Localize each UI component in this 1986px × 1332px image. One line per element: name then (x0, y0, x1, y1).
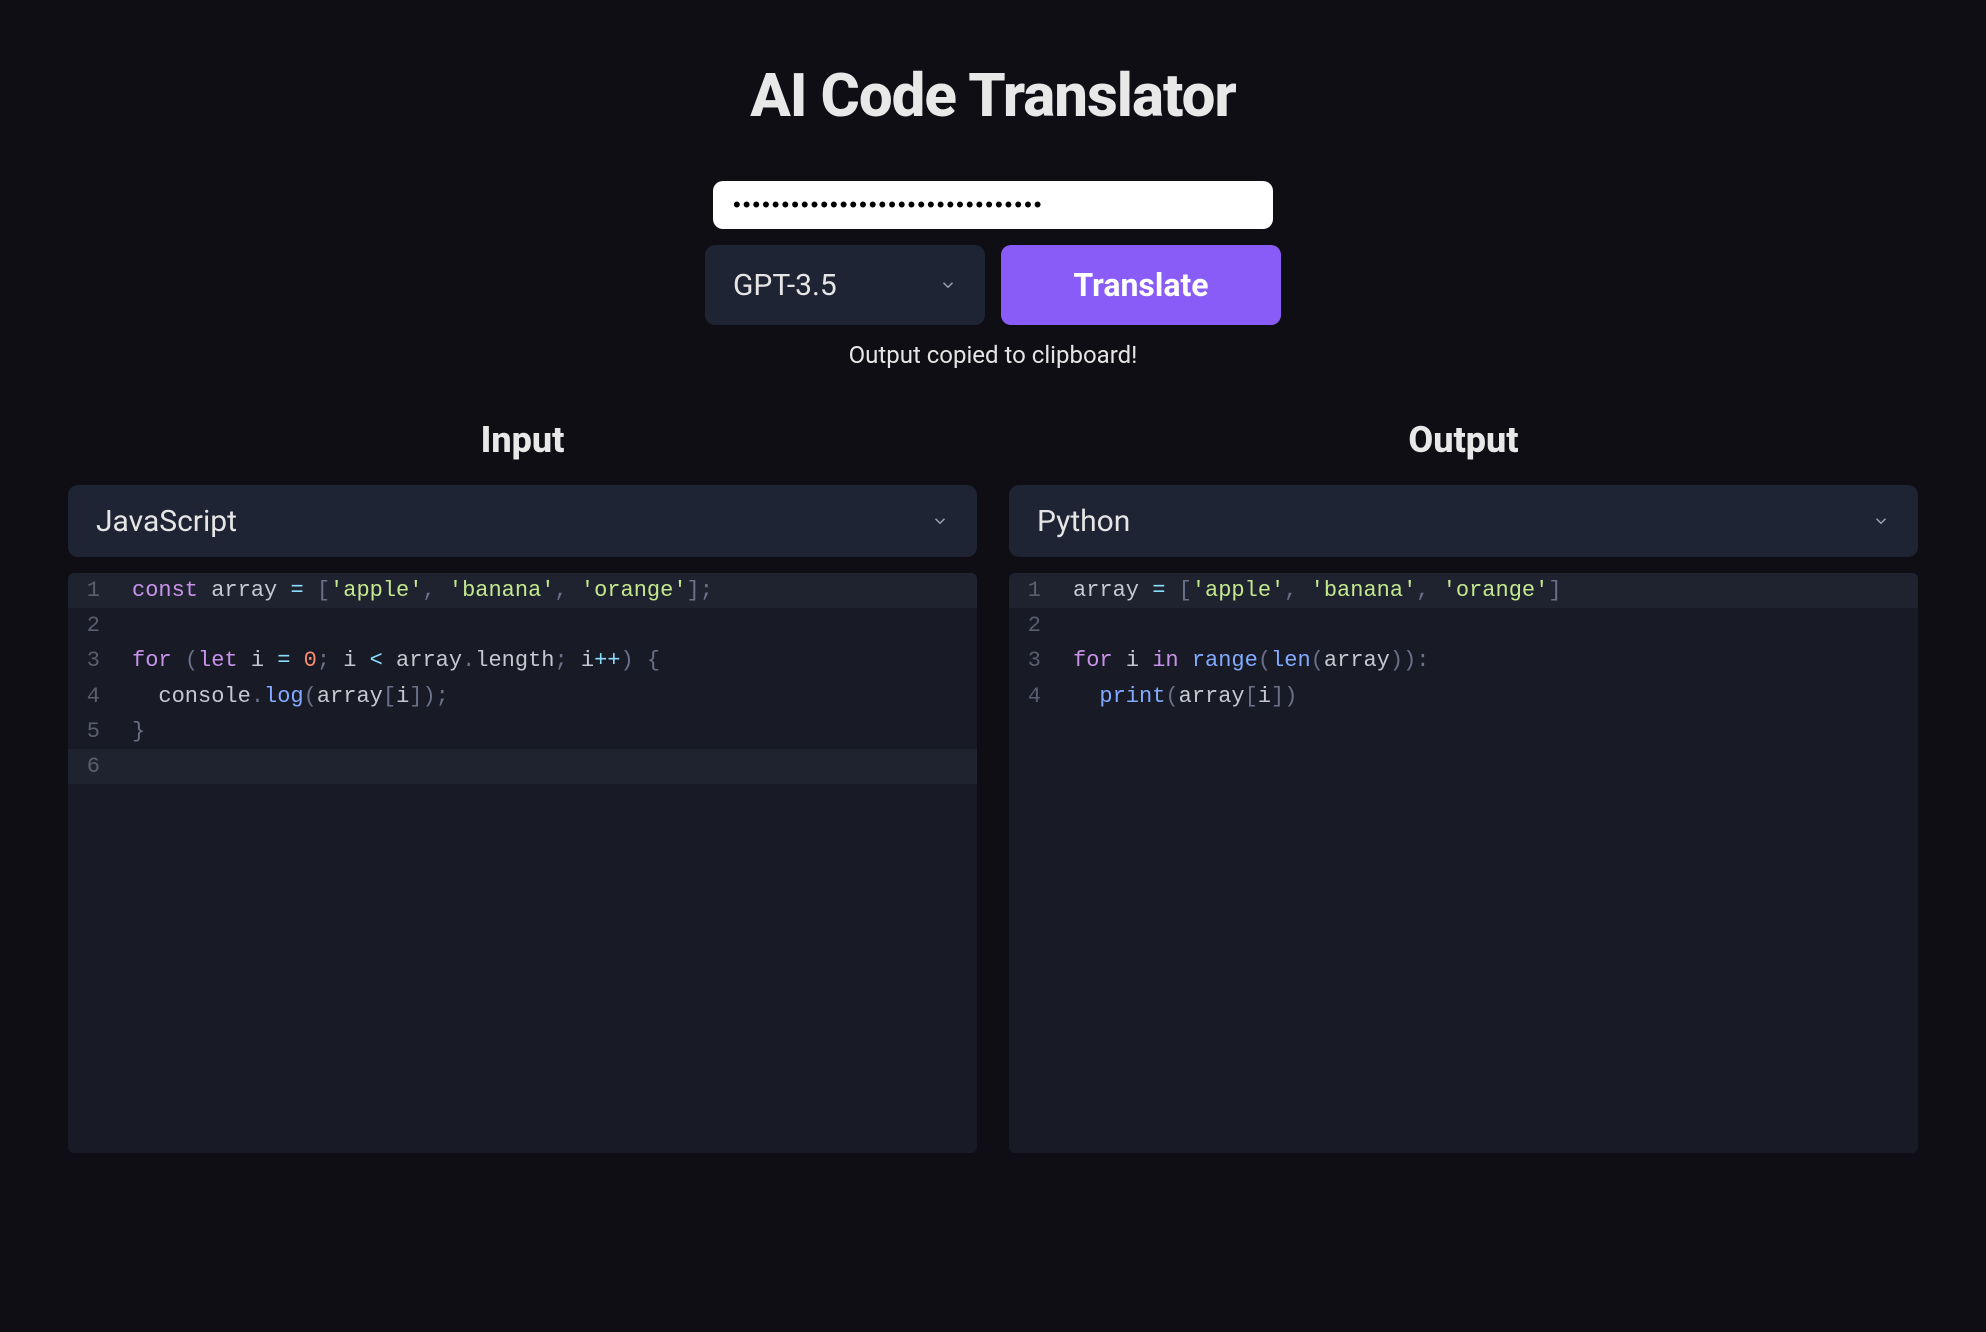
output-panel: Output Python 1array = ['apple', 'banana… (1009, 419, 1918, 1153)
line-content (1057, 608, 1073, 643)
code-line: 4 print(array[i]) (1009, 679, 1918, 714)
line-number: 2 (1009, 608, 1057, 643)
panels-container: Input JavaScript 1const array = ['apple'… (68, 419, 1918, 1153)
line-content: const array = ['apple', 'banana', 'orang… (116, 573, 713, 608)
controls-section: GPT-3.5 Translate Output copied to clipb… (705, 181, 1281, 369)
line-content: for (let i = 0; i < array.length; i++) { (116, 643, 660, 678)
api-key-input[interactable] (713, 181, 1273, 229)
output-code-editor[interactable]: 1array = ['apple', 'banana', 'orange']23… (1009, 573, 1918, 1153)
line-content (116, 749, 132, 784)
code-line: 5} (68, 714, 977, 749)
code-line: 4 console.log(array[i]); (68, 679, 977, 714)
input-title: Input (68, 419, 977, 461)
line-number: 6 (68, 749, 116, 784)
line-number: 2 (68, 608, 116, 643)
input-language-select[interactable]: JavaScript (68, 485, 977, 557)
line-number: 1 (1009, 573, 1057, 608)
chevron-down-icon (939, 276, 957, 294)
output-title: Output (1009, 419, 1918, 461)
line-number: 1 (68, 573, 116, 608)
code-line: 6 (68, 749, 977, 784)
model-select-value: GPT-3.5 (733, 268, 837, 303)
output-language-select[interactable]: Python (1009, 485, 1918, 557)
code-line: 1array = ['apple', 'banana', 'orange'] (1009, 573, 1918, 608)
line-content (116, 608, 132, 643)
line-number: 4 (1009, 679, 1057, 714)
line-content: array = ['apple', 'banana', 'orange'] (1057, 573, 1562, 608)
code-line: 3for i in range(len(array)): (1009, 643, 1918, 678)
line-number: 4 (68, 679, 116, 714)
line-number: 3 (68, 643, 116, 678)
output-language-value: Python (1037, 504, 1130, 539)
controls-row: GPT-3.5 Translate (705, 245, 1281, 325)
translate-button[interactable]: Translate (1001, 245, 1281, 325)
input-panel: Input JavaScript 1const array = ['apple'… (68, 419, 977, 1153)
line-content: } (116, 714, 145, 749)
line-content: console.log(array[i]); (116, 679, 449, 714)
model-select[interactable]: GPT-3.5 (705, 245, 985, 325)
code-line: 3for (let i = 0; i < array.length; i++) … (68, 643, 977, 678)
chevron-down-icon (931, 512, 949, 530)
input-code-editor[interactable]: 1const array = ['apple', 'banana', 'oran… (68, 573, 977, 1153)
page-title: AI Code Translator (750, 60, 1236, 131)
status-message: Output copied to clipboard! (849, 341, 1138, 369)
code-line: 2 (1009, 608, 1918, 643)
line-content: for i in range(len(array)): (1057, 643, 1429, 678)
line-content: print(array[i]) (1057, 679, 1297, 714)
line-number: 3 (1009, 643, 1057, 678)
code-line: 2 (68, 608, 977, 643)
line-number: 5 (68, 714, 116, 749)
chevron-down-icon (1872, 512, 1890, 530)
code-line: 1const array = ['apple', 'banana', 'oran… (68, 573, 977, 608)
input-language-value: JavaScript (96, 504, 237, 539)
